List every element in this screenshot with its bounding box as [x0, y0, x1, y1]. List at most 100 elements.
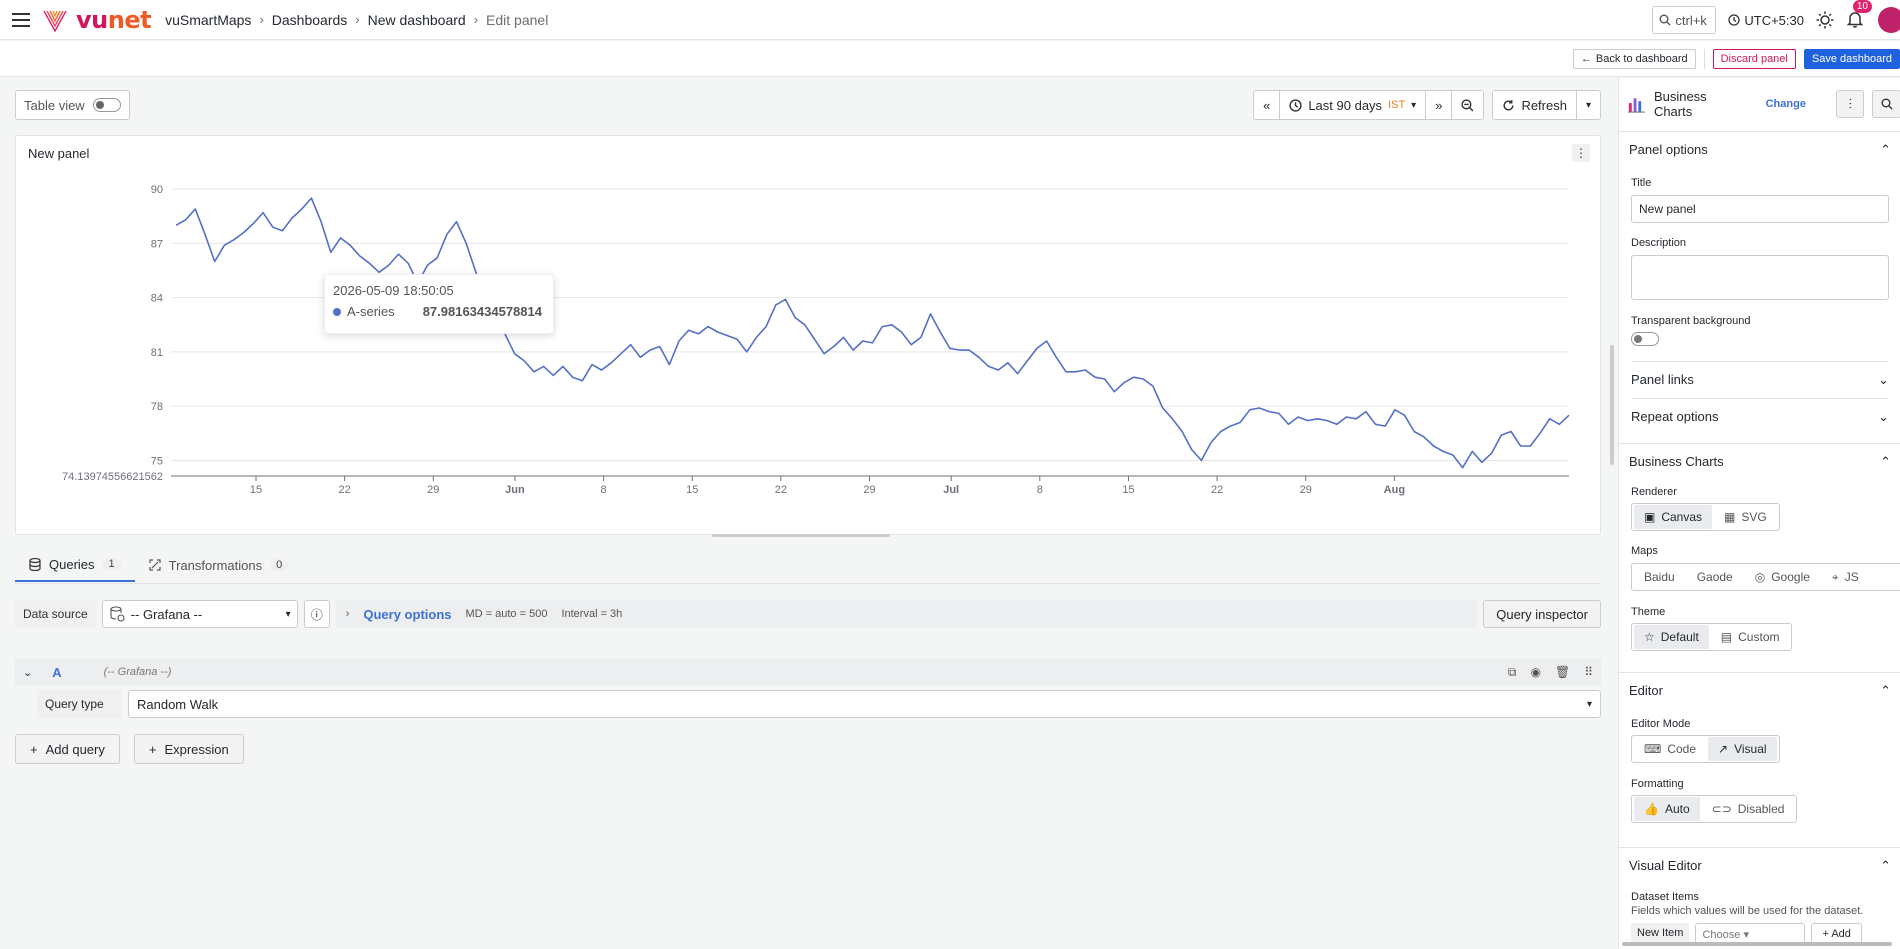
add-query-button[interactable]: + Add query [15, 734, 120, 764]
back-to-dashboard-button[interactable]: ← Back to dashboard [1572, 48, 1696, 69]
options-filter-button[interactable]: ⫶ [1835, 90, 1865, 118]
breadcrumb-dashboard[interactable]: New dashboard [368, 12, 466, 28]
tab-transformations[interactable]: Transformations 0 [135, 548, 303, 582]
renderer-svg-option[interactable]: ▦ SVG [1714, 505, 1777, 529]
x-tick-label: 8 [601, 484, 607, 496]
datasource-row: Data source -- Grafana -- ▾ ⓘ › Query op… [15, 600, 1601, 628]
logo[interactable]: vunet [42, 5, 152, 34]
table-view-switch[interactable] [92, 98, 121, 112]
theme-custom-option[interactable]: ▤ Custom [1711, 625, 1790, 649]
maps-baidu-option[interactable]: Baidu [1634, 565, 1685, 589]
divider [1703, 48, 1705, 69]
breadcrumb-dashboards[interactable]: Dashboards [272, 12, 348, 28]
maps-gaode-option[interactable]: Gaode [1687, 565, 1743, 589]
title-input[interactable]: New panel [1631, 195, 1889, 223]
editor-mode-code-option[interactable]: ⌨ Code [1634, 737, 1706, 761]
query-type-select[interactable]: Random Walk ▾ [128, 690, 1601, 718]
timezone-display[interactable]: UTC+5:30 [1728, 13, 1804, 28]
tab-queries[interactable]: Queries 1 [15, 548, 135, 582]
discard-panel-button[interactable]: Discard panel [1712, 48, 1796, 69]
repeat-options-section[interactable]: Repeat options ⌄ [1631, 398, 1889, 434]
description-textarea[interactable] [1631, 255, 1889, 300]
visual-editor-header[interactable]: Visual Editor ⌃ [1619, 847, 1900, 883]
theme-toggle-sun-icon[interactable] [1816, 11, 1834, 29]
maps-baidu-label: Baidu [1644, 570, 1675, 584]
drag-handle-icon[interactable]: ⠿ [1584, 665, 1593, 680]
options-pane-scrollbar[interactable] [1622, 942, 1892, 946]
refresh-interval-dropdown[interactable]: ▾ [1577, 91, 1600, 119]
formatting-auto-option[interactable]: 👍 Auto [1634, 797, 1700, 821]
search-button[interactable]: ctrl+k [1652, 6, 1717, 34]
query-options-bar[interactable]: › Query options MD = auto = 500 Interval… [335, 600, 1478, 628]
formatting-disabled-option[interactable]: ⊂⊃ Disabled [1702, 797, 1795, 821]
arrow-left-icon: ← [1580, 52, 1592, 65]
avatar[interactable] [1878, 7, 1900, 33]
chevron-up-icon: ⌃ [1880, 453, 1891, 469]
x-tick-label: 15 [250, 484, 262, 496]
editor-mode-visual-option[interactable]: ↗ Visual [1708, 737, 1777, 761]
series-dot-icon [333, 307, 341, 316]
duplicate-icon[interactable]: ⧉ [1508, 665, 1517, 680]
collapse-chevron-icon[interactable]: ⌄ [23, 666, 32, 679]
maps-gaode-label: Gaode [1696, 570, 1733, 584]
options-search-button[interactable] [1872, 90, 1900, 118]
save-dashboard-button[interactable]: Save dashboard [1803, 48, 1900, 69]
brand-name: vunet [76, 5, 152, 34]
queries-count: 1 [102, 558, 121, 570]
editor-header[interactable]: Editor ⌃ [1619, 672, 1900, 708]
datasource-select[interactable]: -- Grafana -- ▾ [101, 600, 298, 628]
query-inspector-button[interactable]: Query inspector [1483, 600, 1601, 628]
business-charts-header[interactable]: Business Charts ⌃ [1619, 443, 1900, 479]
menu-icon[interactable] [0, 12, 42, 27]
breadcrumb-home[interactable]: vuSmartMaps [165, 12, 251, 28]
zoom-out-button[interactable] [1452, 91, 1483, 119]
x-tick-label: 22 [1211, 484, 1223, 496]
breadcrumb-current: Edit panel [486, 11, 549, 28]
breadcrumb: vuSmartMaps › Dashboards › New dashboard… [165, 12, 548, 28]
editor-scrollbar[interactable] [1610, 345, 1614, 465]
line-chart[interactable]: 90 87 84 81 78 75 74.13974556621562 15 22 29 Jun 8 1… [16, 166, 1602, 536]
y-tick-label: 81 [151, 347, 163, 359]
panel-menu-button[interactable]: ⋮ [1572, 144, 1590, 162]
table-view-toggle[interactable]: Table view [15, 90, 130, 120]
x-tick-label: 8 [1037, 484, 1043, 496]
maps-js-option[interactable]: ⌖ JS [1822, 565, 1869, 589]
time-picker-group: « Last 90 days IST ▾ » [1253, 90, 1485, 120]
maps-label: Maps [1631, 545, 1658, 557]
query-type-value: Random Walk [137, 696, 219, 712]
trash-icon[interactable]: 🗑 [1555, 665, 1570, 680]
x-tick-label: 29 [863, 484, 875, 496]
datasource-help-button[interactable]: ⓘ [303, 600, 330, 628]
change-visualization-button[interactable]: Change [1766, 98, 1806, 110]
search-shortcut: ctrl+k [1675, 12, 1707, 28]
svg-icon: ▦ [1724, 510, 1736, 524]
panel-editor-main: Table view « Last 90 days IST ▾ » Refres… [0, 78, 1618, 949]
x-tick-label: 15 [1122, 484, 1134, 496]
notifications-button[interactable]: 10 [1846, 0, 1872, 31]
time-range-picker[interactable]: Last 90 days IST ▾ [1280, 91, 1427, 119]
clock-icon [1289, 98, 1302, 112]
maps-google-option[interactable]: ◎ Google [1745, 565, 1820, 589]
toggle-off-icon: ⊂⊃ [1711, 802, 1732, 816]
visualization-name: Business Charts [1653, 89, 1707, 119]
database-icon [29, 557, 41, 571]
time-back-button[interactable]: « [1254, 91, 1281, 119]
theme-label: Theme [1631, 606, 1666, 618]
panel-options-header[interactable]: Panel options ⌃ [1619, 131, 1900, 167]
time-range-label: Last 90 days [1308, 97, 1383, 113]
line-chart-icon: ↗ [1718, 742, 1729, 756]
panel-resize-handle[interactable] [712, 534, 890, 537]
renderer-canvas-option[interactable]: ▣ Canvas [1634, 505, 1713, 529]
time-forward-button[interactable]: » [1426, 91, 1453, 119]
panel-links-section[interactable]: Panel links ⌄ [1631, 361, 1889, 397]
add-expression-button[interactable]: + Expression [133, 734, 244, 764]
refresh-button[interactable]: Refresh [1493, 91, 1577, 119]
add-buttons: + Add query + Expression [15, 734, 244, 764]
query-name[interactable]: A [52, 665, 61, 680]
canvas-icon: ▣ [1644, 510, 1656, 524]
eye-icon[interactable]: ◉ [1530, 665, 1540, 680]
theme-default-option[interactable]: ☆ Default [1634, 625, 1709, 649]
add-query-label: Add query [45, 741, 105, 757]
title-label: Title [1631, 177, 1652, 189]
transparent-background-switch[interactable] [1631, 332, 1659, 346]
